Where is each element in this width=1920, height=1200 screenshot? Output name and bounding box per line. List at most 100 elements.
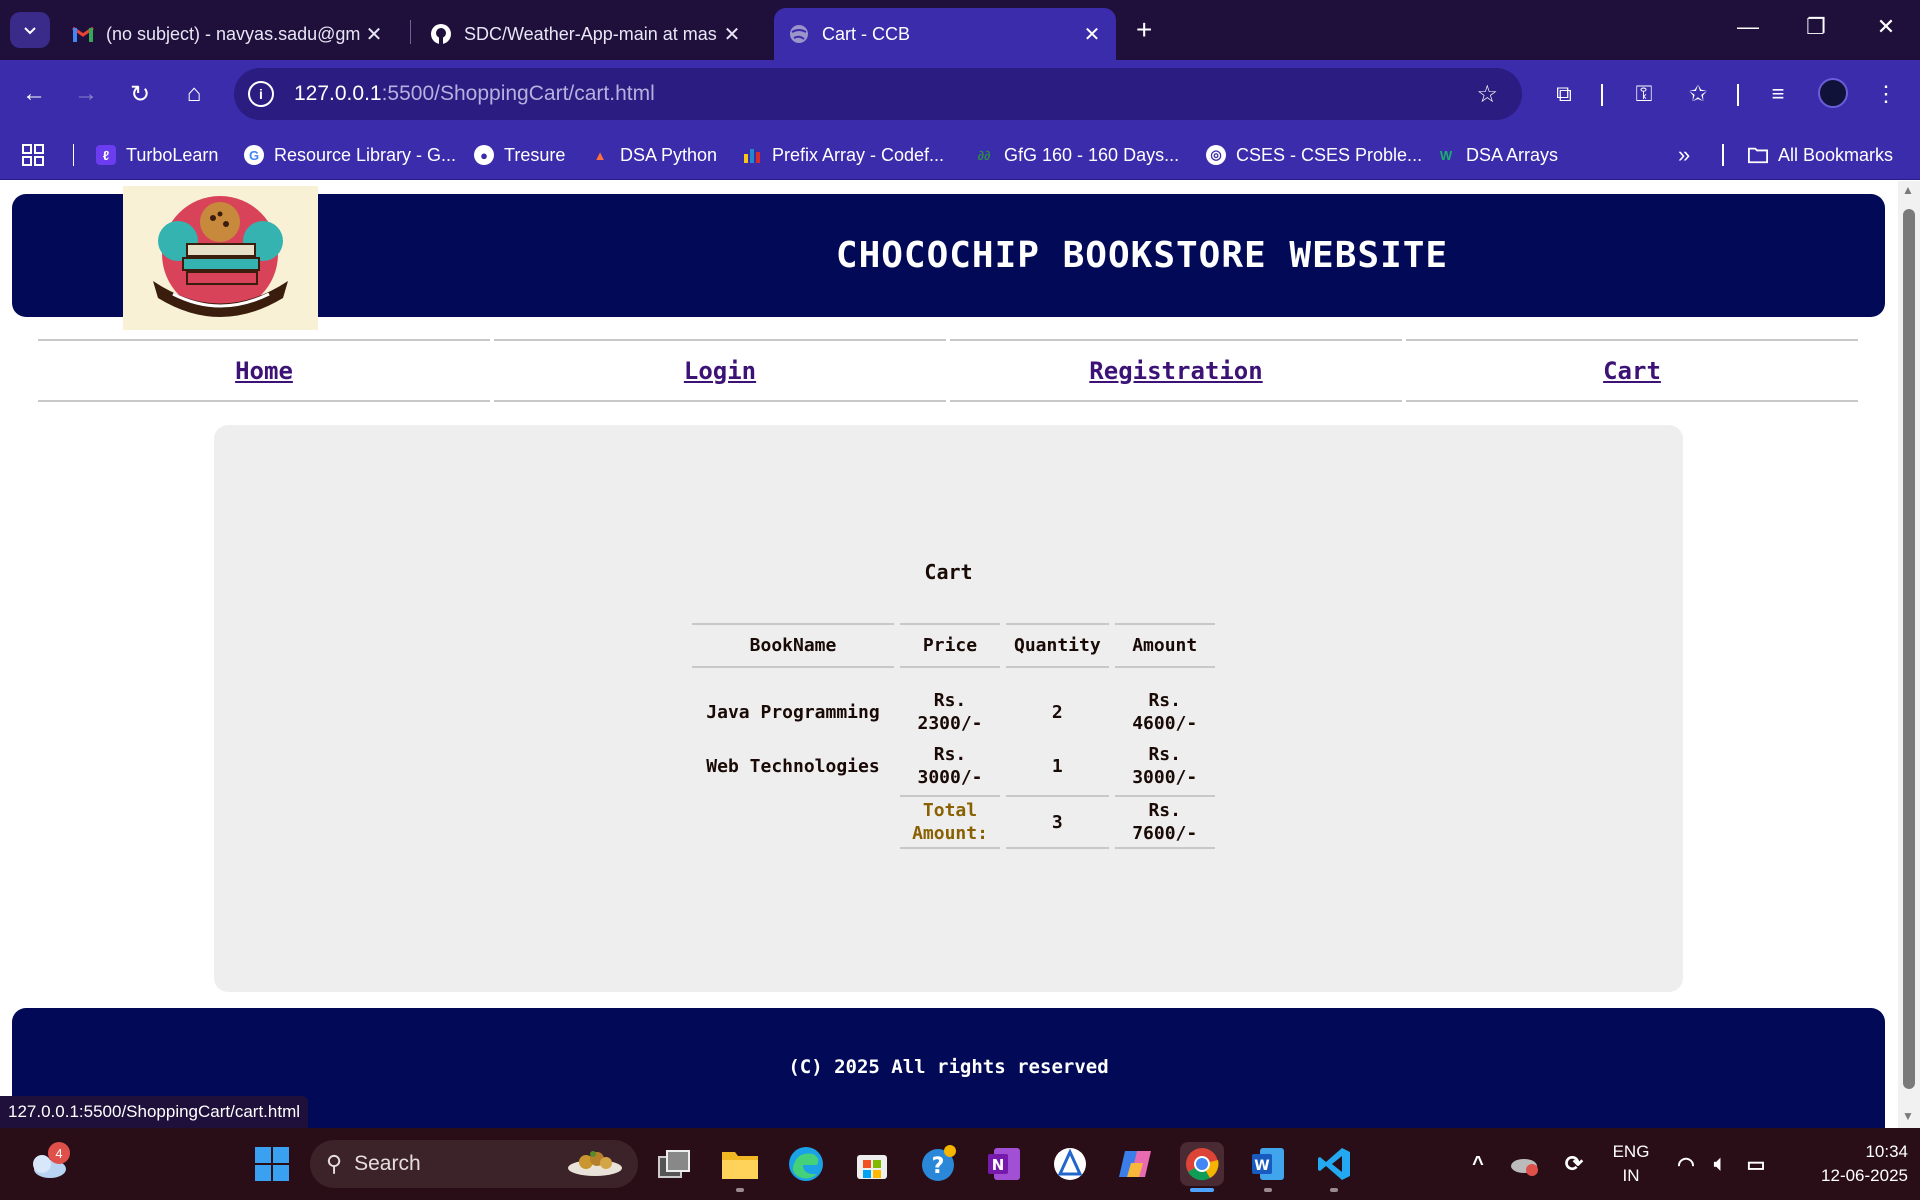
svg-text:?: ? (932, 1154, 945, 1179)
price-value: 2300/- (917, 713, 983, 734)
home-icon[interactable]: ⌂ (176, 76, 212, 112)
bookmark-resource-library[interactable]: G Resource Library - G... (244, 130, 456, 180)
vscode-icon[interactable] (1312, 1142, 1356, 1186)
tray-overflow-icon[interactable]: ^ (1456, 1142, 1500, 1186)
favorites-star-icon[interactable]: ✩ (1680, 76, 1716, 112)
chevron-down-icon (24, 27, 36, 35)
tab-gmail[interactable]: (no subject) - navyas.sadu@gm ✕ (58, 8, 398, 60)
cell-amount: Rs. 4600/- (1115, 671, 1215, 737)
apps-grid-icon[interactable] (22, 130, 44, 180)
windows-start-icon[interactable] (250, 1142, 294, 1186)
taskbar-clock[interactable]: 10:34 12-06-2025 (1792, 1140, 1908, 1188)
bookmark-label: DSA Arrays (1466, 144, 1559, 165)
address-bar[interactable]: i 127.0.0.1:5500/ShoppingCart/cart.html … (234, 68, 1522, 120)
site-info-icon[interactable]: i (248, 81, 274, 107)
onenote-icon[interactable]: N (982, 1142, 1026, 1186)
bookmark-label: DSA Python (620, 144, 718, 165)
bookstore-logo (123, 186, 318, 330)
bookmarks-bar: ℓ TurboLearn G Resource Library - G... ● Tr… (0, 130, 1920, 180)
edge-browser-icon[interactable] (784, 1142, 828, 1186)
more-bookmarks-icon[interactable]: » (1678, 130, 1690, 180)
scroll-up-icon[interactable]: ▲ (1902, 183, 1914, 197)
bookmark-label: GfG 160 - 160 Days... (1004, 144, 1180, 165)
reload-icon[interactable]: ↻ (122, 76, 158, 112)
turbolearn-icon: ℓ (96, 145, 116, 165)
column-header-bookname: BookName (692, 623, 894, 668)
total-amount-prefix: Rs. (1148, 800, 1181, 821)
scroll-down-icon[interactable]: ▼ (1902, 1109, 1914, 1123)
taskbar-search[interactable]: ⚲ Search (310, 1140, 638, 1188)
nav-link-login[interactable]: Login (684, 357, 756, 385)
back-icon[interactable]: ← (16, 76, 52, 112)
extensions-icon[interactable]: ⧉ (1546, 76, 1582, 112)
cell-price: Rs. 2300/- (900, 671, 1000, 737)
sync-icon[interactable]: ⟳ (1552, 1142, 1596, 1186)
close-icon[interactable]: ✕ (722, 22, 742, 47)
toolbar-divider (1737, 84, 1739, 106)
nav-link-home[interactable]: Home (235, 357, 293, 385)
task-view-icon[interactable] (652, 1142, 696, 1186)
tab-search-button[interactable] (10, 12, 50, 48)
scrollbar-thumb[interactable] (1903, 209, 1915, 1089)
word-icon[interactable]: W (1246, 1142, 1290, 1186)
bookmark-prefix-array[interactable]: Prefix Array - Codef... (742, 130, 944, 180)
total-quantity: 3 (1006, 795, 1109, 849)
microsoft-store-icon[interactable] (850, 1142, 894, 1186)
bookmark-star-icon[interactable]: ☆ (1476, 80, 1498, 109)
onedrive-icon[interactable] (1502, 1142, 1546, 1186)
url-host: 127.0.0.1 (294, 82, 382, 105)
tab-cart[interactable]: Cart - CCB ✕ (774, 8, 1116, 60)
bookmark-turbolearn[interactable]: ℓ TurboLearn (96, 130, 218, 180)
tab-title: Cart - CCB (822, 23, 911, 44)
reading-list-icon[interactable]: ≡ (1760, 76, 1796, 112)
app-installer-icon[interactable] (1048, 1142, 1092, 1186)
nav-cell-home: Home (38, 339, 490, 402)
bookmark-dsa-python[interactable]: ▲ DSA Python (590, 130, 718, 180)
new-tab-button[interactable]: + (1136, 14, 1152, 46)
column-header-price: Price (900, 623, 1000, 668)
cell-quantity: 2 (1051, 701, 1063, 723)
total-amount: Rs. 7600/- (1114, 795, 1215, 849)
page-scrollbar[interactable]: ▲ ▼ (1898, 181, 1920, 1128)
globe-icon: ◎ (1206, 145, 1226, 165)
minimize-icon[interactable]: — (1728, 14, 1768, 40)
nav-cell-registration: Registration (950, 339, 1402, 402)
profile-avatar[interactable] (1818, 78, 1848, 108)
window-close-icon[interactable]: ✕ (1866, 14, 1906, 40)
codeforces-icon (742, 145, 762, 165)
restore-icon[interactable]: ❐ (1796, 14, 1836, 40)
address-url[interactable]: 127.0.0.1:5500/ShoppingCart/cart.html (294, 82, 655, 106)
tab-github[interactable]: SDC/Weather-App-main at mas ✕ (416, 8, 756, 60)
amount-value: 4600/- (1132, 713, 1198, 734)
battery-icon[interactable]: ▭ (1734, 1142, 1778, 1186)
nav-link-cart[interactable]: Cart (1603, 357, 1661, 385)
gmail-icon (72, 26, 94, 42)
close-icon[interactable]: ✕ (1082, 22, 1102, 47)
table-row: Java Programming Rs. 2300/- 2 Rs. 4600/- (692, 671, 1215, 737)
forward-icon[interactable]: → (68, 76, 104, 112)
bookmark-dsa-arrays[interactable]: W DSA Arrays (1436, 130, 1558, 180)
bookmark-gfg-160[interactable]: ∂∂ GfG 160 - 160 Days... (974, 130, 1180, 180)
price-prefix: Rs. (933, 744, 967, 765)
menu-icon[interactable]: ⋮ (1868, 76, 1904, 112)
nav-link-registration[interactable]: Registration (1089, 357, 1262, 385)
cell-quantity: 1 (1051, 755, 1063, 777)
status-bar-url: 127.0.0.1:5500/ShoppingCart/cart.html (0, 1096, 309, 1128)
bookmarks-divider (1722, 130, 1724, 180)
bookmark-cses[interactable]: ◎ CSES - CSES Proble... (1206, 130, 1422, 180)
bookmark-label: Tresure (504, 144, 566, 165)
tab-title: SDC/Weather-App-main at mas (464, 23, 717, 44)
cart-panel: Cart BookName Price Quantity Amount Java… (214, 425, 1683, 992)
close-icon[interactable]: ✕ (364, 22, 384, 47)
password-key-icon[interactable]: ⚿ (1626, 76, 1662, 112)
language-indicator[interactable]: ENG IN (1608, 1140, 1654, 1188)
copilot-icon[interactable] (1114, 1142, 1158, 1186)
svg-text:N: N (992, 1156, 1005, 1174)
chrome-icon[interactable] (1180, 1142, 1224, 1186)
all-bookmarks-button[interactable]: All Bookmarks (1748, 130, 1893, 180)
bookmark-tresure[interactable]: ● Tresure (474, 130, 565, 180)
file-explorer-icon[interactable] (718, 1142, 762, 1186)
language-line-1: ENG (1612, 1142, 1650, 1161)
get-help-icon[interactable]: ? (916, 1142, 960, 1186)
amount-value: 3000/- (1132, 767, 1198, 788)
